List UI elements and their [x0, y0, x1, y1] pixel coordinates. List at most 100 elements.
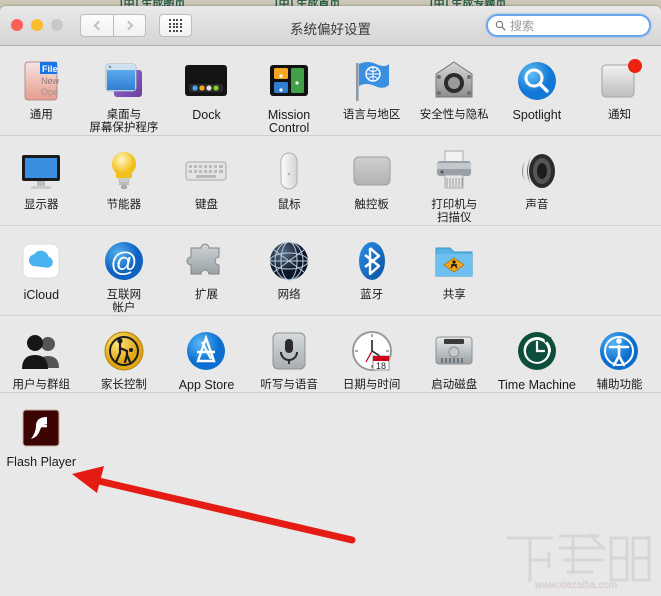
search-field[interactable]: ✕ [486, 14, 661, 37]
pref-pane-label: 扩展 [194, 289, 218, 301]
pref-pane-label: Time Machine [497, 378, 576, 392]
pref-pane-general[interactable]: File New Ope 通用 [0, 46, 83, 135]
pref-pane-label: 节能器 [106, 199, 142, 211]
pref-pane-dictation-speech[interactable]: 听写与语音 [248, 316, 331, 392]
pref-pane-label: 网络 [277, 289, 301, 301]
pref-pane-language-region[interactable]: 语言与地区 [330, 46, 413, 135]
pref-pane-label: 家长控制 [100, 379, 147, 391]
energy-saver-icon [101, 148, 147, 194]
system-preferences-window: 系统偏好设置 ✕ File New Ope 通用 桌面与 屏幕保护程序 [0, 6, 661, 596]
trackpad-icon [349, 148, 395, 194]
pref-pane-time-machine[interactable]: Time Machine [496, 316, 579, 392]
dictation-speech-icon [266, 328, 312, 374]
pref-pane-printers[interactable]: 打印机与 扫描仪 [413, 136, 496, 225]
pref-pane-label: 听写与语音 [260, 379, 318, 391]
red-arrow-icon [72, 466, 356, 544]
pref-pane-label: App Store [178, 378, 235, 392]
mission-control-icon [266, 58, 312, 104]
pref-pane-flash-player[interactable]: Flash Player [0, 393, 83, 469]
spotlight-icon [514, 58, 560, 104]
svg-text:New: New [41, 76, 60, 86]
network-globe-icon [266, 238, 312, 284]
desktop-screensaver-icon [101, 58, 147, 104]
bluetooth-icon [349, 238, 395, 284]
pref-pane-label: 用户与群组 [12, 379, 71, 391]
pref-pane-label: 通知 [607, 109, 631, 121]
svg-text:File: File [42, 64, 58, 74]
pref-pane-label: 打印机与 扫描仪 [431, 199, 478, 224]
pref-pane-label: 通用 [29, 109, 53, 121]
general-prefs-icon: File New Ope [18, 58, 64, 104]
parental-controls-icon [101, 328, 147, 374]
pref-pane-network[interactable]: 网络 [248, 226, 331, 315]
pref-pane-notifications[interactable]: 通知 [578, 46, 661, 135]
pref-pane-extensions[interactable]: 扩展 [165, 226, 248, 315]
dock-icon [183, 58, 229, 104]
pref-pane-energy-saver[interactable]: 节能器 [83, 136, 166, 225]
pref-row: 用户与群组 家长控制 App Store 听写与语音 18 日期与时间 启动磁盘… [0, 316, 661, 393]
pref-pane-security[interactable]: 安全性与隐私 [413, 46, 496, 135]
pref-pane-label: Spotlight [512, 108, 562, 122]
pref-pane-sound[interactable]: 声音 [496, 136, 579, 225]
users-groups-icon [18, 328, 64, 374]
pref-pane-label: 鼠标 [277, 199, 301, 211]
pref-pane-label: 触控板 [354, 199, 389, 211]
pref-pane-app-store[interactable]: App Store [165, 316, 248, 392]
pref-pane-trackpad[interactable]: 触控板 [330, 136, 413, 225]
pref-pane-keyboard[interactable]: 键盘 [165, 136, 248, 225]
search-icon [495, 20, 506, 31]
pref-row: iCloud @ 互联网 帐户 扩展 网络 蓝牙 共享 [0, 226, 661, 316]
sound-icon [514, 148, 560, 194]
printers-scanners-icon [431, 148, 477, 194]
time-machine-icon [514, 328, 560, 374]
pref-pane-desktop-saver[interactable]: 桌面与 屏幕保护程序 [83, 46, 166, 135]
keyboard-icon [183, 148, 229, 194]
pref-pane-label: 语言与地区 [342, 109, 401, 121]
pref-pane-label: Mission Control [267, 108, 311, 135]
startup-disk-icon [431, 328, 477, 374]
pref-pane-label: 声音 [525, 199, 549, 211]
svg-text:18: 18 [376, 361, 386, 371]
search-input[interactable] [510, 18, 661, 33]
pref-pane-label: 桌面与 屏幕保护程序 [89, 109, 159, 134]
pref-pane-dock[interactable]: Dock [165, 46, 248, 135]
pref-row: Flash Player [0, 393, 661, 469]
pref-row: 显示器 节能器 键盘 鼠标 触控板 打印机与 扫描仪 声音 [0, 136, 661, 226]
displays-icon [18, 148, 64, 194]
pref-pane-parental-controls[interactable]: 家长控制 [83, 316, 166, 392]
pref-pane-label: Flash Player [6, 455, 77, 469]
flash-player-icon [18, 405, 64, 451]
pref-pane-label: Dock [192, 108, 221, 122]
window-titlebar: 系统偏好设置 ✕ [0, 6, 661, 46]
pref-pane-mission-control[interactable]: Mission Control [248, 46, 331, 135]
pref-pane-accessibility[interactable]: 辅助功能 [578, 316, 661, 392]
pref-row: File New Ope 通用 桌面与 屏幕保护程序 Dock Mission C… [0, 46, 661, 136]
pref-pane-label: 蓝牙 [360, 289, 384, 301]
pref-pane-displays[interactable]: 显示器 [0, 136, 83, 225]
pref-pane-spotlight[interactable]: Spotlight [496, 46, 579, 135]
pref-pane-label: 共享 [442, 289, 466, 301]
pref-pane-label: 键盘 [194, 199, 218, 211]
watermark-url: www.xiazaiba.com [534, 580, 617, 591]
pref-pane-icloud[interactable]: iCloud [0, 226, 83, 315]
pref-pane-startup-disk[interactable]: 启动磁盘 [413, 316, 496, 392]
pref-pane-label: iCloud [23, 288, 60, 302]
pref-pane-label: 安全性与隐私 [419, 109, 489, 121]
accessibility-icon [596, 328, 642, 374]
icloud-icon [18, 238, 64, 284]
site-watermark: www.xiazaiba.com [507, 532, 651, 591]
pref-pane-date-time[interactable]: 18 日期与时间 [330, 316, 413, 392]
pref-pane-users-groups[interactable]: 用户与群组 [0, 316, 83, 392]
security-privacy-icon [431, 58, 477, 104]
date-time-icon: 18 [349, 328, 395, 374]
pref-pane-label: 显示器 [24, 199, 59, 211]
pref-pane-mouse[interactable]: 鼠标 [248, 136, 331, 225]
mouse-icon [266, 148, 312, 194]
sharing-folder-icon [431, 238, 477, 284]
pref-pane-label: 日期与时间 [342, 379, 401, 391]
pref-pane-bluetooth[interactable]: 蓝牙 [330, 226, 413, 315]
pref-pane-sharing[interactable]: 共享 [413, 226, 496, 315]
svg-text:@: @ [110, 247, 137, 277]
language-region-flag-icon [349, 58, 395, 104]
pref-pane-internet-accounts[interactable]: @ 互联网 帐户 [83, 226, 166, 315]
